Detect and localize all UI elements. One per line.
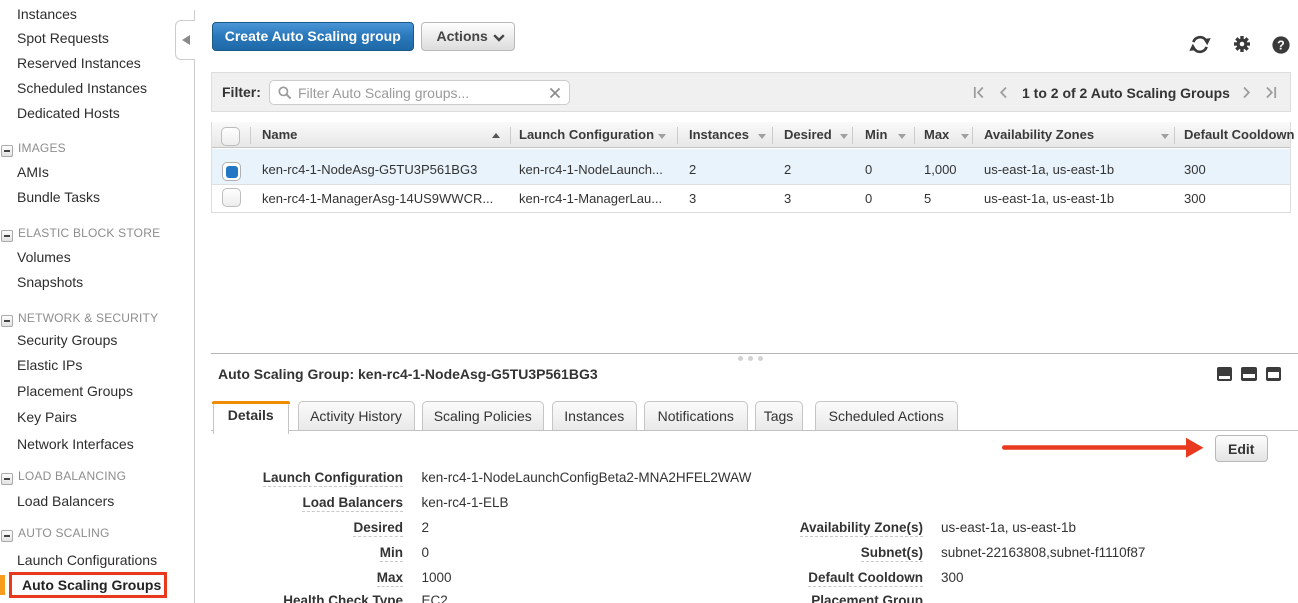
- svg-text:?: ?: [1277, 38, 1285, 52]
